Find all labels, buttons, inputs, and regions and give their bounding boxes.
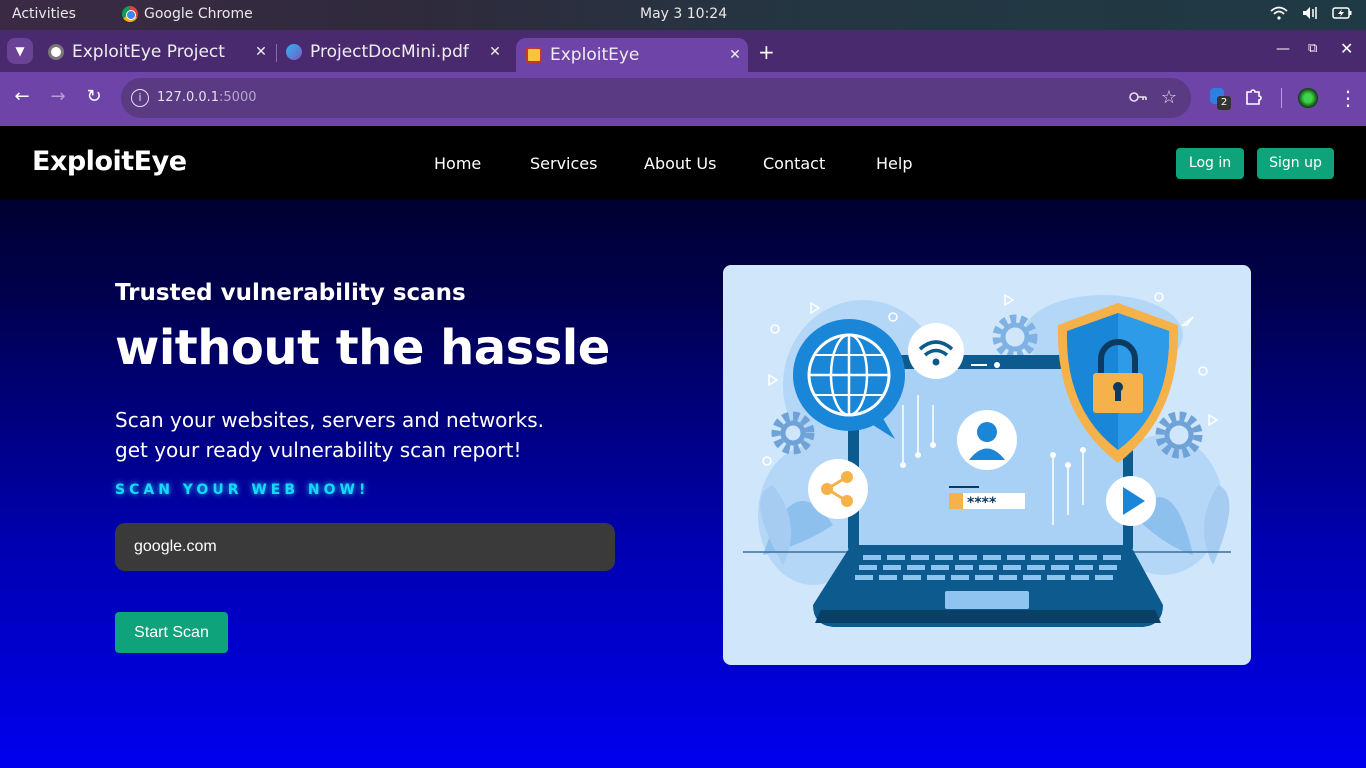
scan-cta: SCAN YOUR WEB NOW! xyxy=(115,482,370,498)
extension-badge: 2 xyxy=(1217,96,1231,110)
nav-home[interactable]: Home xyxy=(434,154,481,173)
hero-subtitle: Trusted vulnerability scans xyxy=(115,280,466,306)
restore-icon[interactable]: ⧉ xyxy=(1308,41,1317,56)
tab-title: ProjectDocMini.pdf xyxy=(310,42,469,62)
wifi-icon xyxy=(908,323,964,379)
nav-contact[interactable]: Contact xyxy=(763,154,825,173)
close-icon[interactable]: ✕ xyxy=(722,47,748,63)
security-illustration: **** xyxy=(723,265,1251,665)
password-mask: **** xyxy=(967,495,997,511)
tab-project-doc[interactable]: ProjectDocMini.pdf ✕ xyxy=(276,36,508,68)
exploiteye-favicon-icon xyxy=(526,47,542,63)
forward-icon[interactable]: → xyxy=(46,86,70,107)
battery-icon xyxy=(1332,7,1352,23)
tab-exploiteye-project[interactable]: ExploitEye Project ✕ xyxy=(38,36,274,68)
nav-about-us[interactable]: About Us xyxy=(644,154,716,173)
toolbar-divider xyxy=(1281,88,1282,108)
openai-favicon-icon xyxy=(48,44,64,60)
minimize-icon[interactable]: — xyxy=(1276,41,1290,57)
tab-exploiteye[interactable]: ExploitEye ✕ xyxy=(516,38,748,72)
activities-button[interactable]: Activities xyxy=(12,6,76,22)
browser-toolbar: ← → ↻ i 127.0.0.1:5000 ☆ ⋮ xyxy=(0,72,1366,126)
site-header: ExploitEye Home Services About Us Contac… xyxy=(0,126,1366,200)
password-key-icon[interactable] xyxy=(1129,88,1147,107)
chrome-icon xyxy=(122,6,138,22)
profile-avatar[interactable] xyxy=(1298,88,1318,108)
gear-icon xyxy=(771,411,815,455)
hero-description-line: get your ready vulnerability scan report… xyxy=(115,438,522,462)
hero-description-line: Scan your websites, servers and networks… xyxy=(115,408,544,432)
share-icon xyxy=(808,459,868,519)
site-logo[interactable]: ExploitEye xyxy=(32,146,187,177)
os-top-bar: Activities Google Chrome May 3 10:24 xyxy=(0,0,1366,30)
page-content: ExploitEye Home Services About Us Contac… xyxy=(0,126,1366,768)
hero-description: Scan your websites, servers and networks… xyxy=(115,405,635,465)
bookmark-star-icon[interactable]: ☆ xyxy=(1161,87,1177,108)
signup-button[interactable]: Sign up xyxy=(1257,148,1334,179)
pdf-viewer-favicon-icon xyxy=(286,44,302,60)
close-window-icon[interactable]: ✕ xyxy=(1340,39,1353,58)
play-icon xyxy=(1106,476,1156,526)
nav-services[interactable]: Services xyxy=(530,154,597,173)
tab-search-button[interactable]: ▼ xyxy=(7,38,33,64)
app-name: Google Chrome xyxy=(144,6,253,22)
tab-title: ExploitEye xyxy=(550,45,640,65)
clock[interactable]: May 3 10:24 xyxy=(640,6,727,22)
address-bar[interactable]: i 127.0.0.1:5000 ☆ xyxy=(121,78,1191,118)
nav-help[interactable]: Help xyxy=(876,154,912,173)
close-icon[interactable]: ✕ xyxy=(482,44,508,60)
url-text[interactable]: 127.0.0.1:5000 xyxy=(157,90,257,105)
system-tray[interactable] xyxy=(1270,6,1352,24)
extension-icon[interactable]: 2 xyxy=(1210,88,1232,110)
hero-title: without the hassle xyxy=(115,320,610,376)
start-scan-button[interactable]: Start Scan xyxy=(115,612,228,653)
back-icon[interactable]: ← xyxy=(10,86,34,107)
user-avatar-icon xyxy=(957,410,1017,470)
wifi-icon xyxy=(1270,6,1288,24)
site-info-icon[interactable]: i xyxy=(131,89,149,107)
reload-icon[interactable]: ↻ xyxy=(82,86,106,107)
new-tab-icon[interactable]: + xyxy=(758,40,778,64)
login-button[interactable]: Log in xyxy=(1176,148,1244,179)
kebab-menu-icon[interactable]: ⋮ xyxy=(1338,86,1358,110)
gear-icon xyxy=(1155,411,1203,459)
extensions-puzzle-icon[interactable] xyxy=(1244,86,1264,111)
close-icon[interactable]: ✕ xyxy=(248,44,274,60)
app-menu[interactable]: Google Chrome xyxy=(122,6,253,22)
volume-icon xyxy=(1302,6,1318,24)
scan-url-input[interactable] xyxy=(115,523,615,571)
tab-title: ExploitEye Project xyxy=(72,42,225,62)
